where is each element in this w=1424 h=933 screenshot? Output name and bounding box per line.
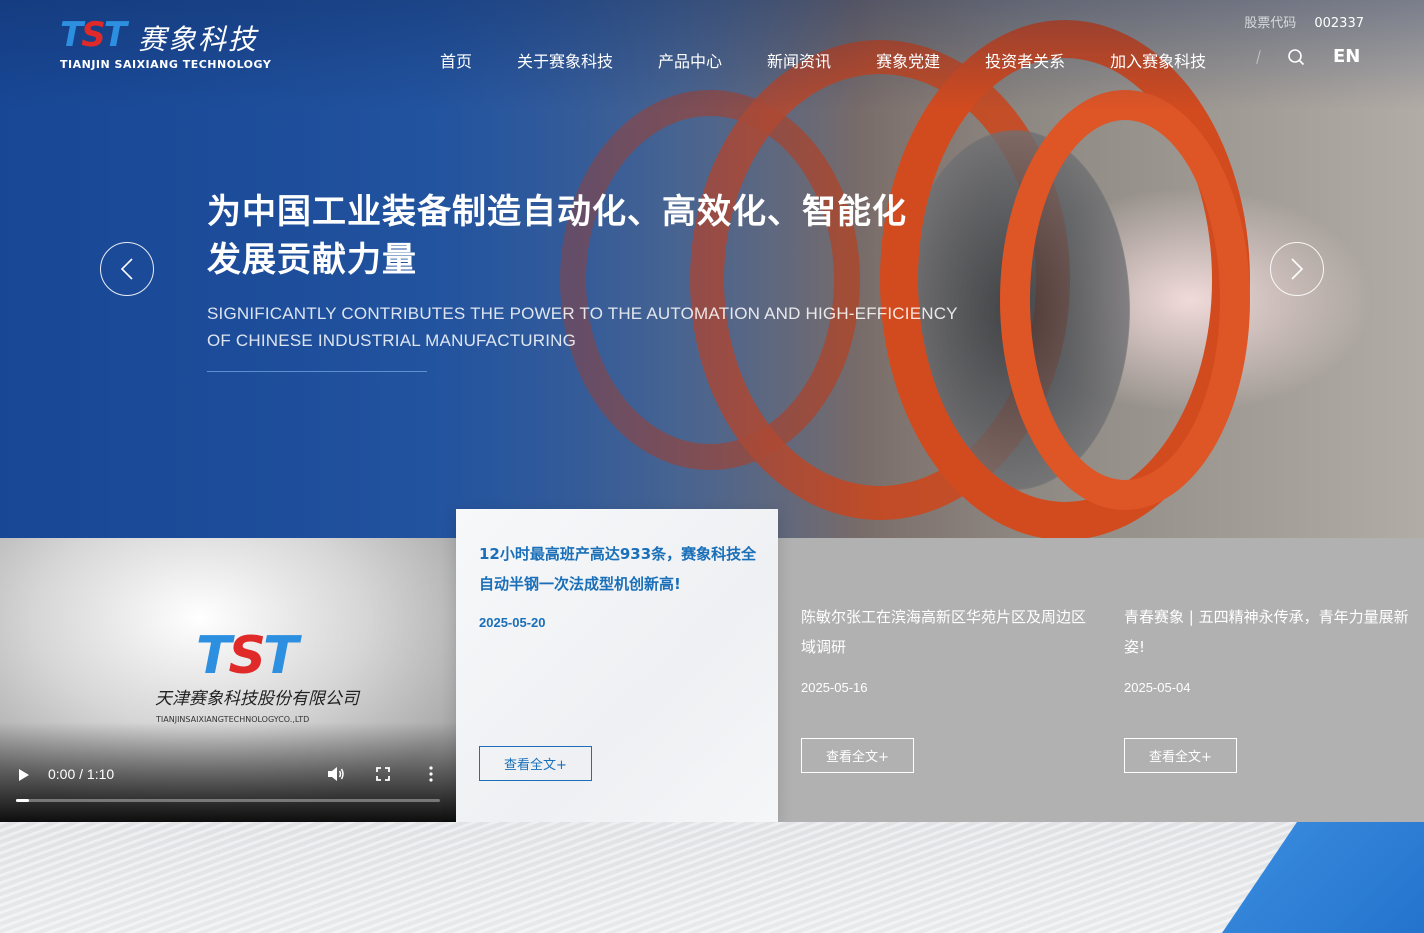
nav-item-investors[interactable]: 投资者关系 <box>985 48 1065 72</box>
hero-subtitle: SIGNIFICANTLY CONTRIBUTES THE POWER TO T… <box>207 300 958 354</box>
logo-mark: TST <box>60 15 127 55</box>
chevron-right-icon <box>1291 258 1304 280</box>
news-title[interactable]: 青春赛象 | 五四精神永传承，青年力量展新姿! <box>1124 602 1414 662</box>
search-icon[interactable] <box>1287 48 1305 66</box>
read-more-button[interactable]: 查看全文+ <box>801 738 914 773</box>
more-options-icon[interactable] <box>428 766 434 782</box>
hero-headline-line2: 发展贡献力量 <box>207 240 417 280</box>
fullscreen-icon[interactable] <box>376 767 390 781</box>
nav-item-about[interactable]: 关于赛象科技 <box>517 48 613 72</box>
volume-icon[interactable] <box>327 766 345 782</box>
carousel-next-button[interactable] <box>1270 242 1324 296</box>
nav-item-products[interactable]: 产品中心 <box>658 48 722 72</box>
nav-divider <box>1256 49 1261 64</box>
hero-subtitle-line2: OF CHINESE INDUSTRIAL MANUFACTURING <box>207 331 577 350</box>
play-icon[interactable] <box>18 768 30 782</box>
nav-item-careers[interactable]: 加入赛象科技 <box>1110 48 1206 72</box>
main-nav: 首页 关于赛象科技 产品中心 新闻资讯 赛象党建 投资者关系 加入赛象科技 <box>440 48 1251 72</box>
nav-tools: EN <box>1256 46 1360 67</box>
site-header: TST 赛象科技 TIANJIN SAIXIANG TECHNOLOGY 股票代… <box>0 0 1424 110</box>
news-date: 2025-05-04 <box>1124 680 1191 695</box>
featured-news-card[interactable]: 12小时最高班产高达933条，赛象科技全自动半钢一次法成型机创新高! 2025-… <box>456 509 778 822</box>
video-time: 0:00 / 1:10 <box>48 766 115 782</box>
news-title[interactable]: 陈敏尔张工在滨海高新区华苑片区及周边区域调研 <box>801 602 1091 662</box>
hero-subtitle-line1: SIGNIFICANTLY CONTRIBUTES THE POWER TO T… <box>207 304 958 323</box>
nav-item-party[interactable]: 赛象党建 <box>876 48 940 72</box>
carousel-prev-button[interactable] <box>100 242 154 296</box>
stock-code: 股票代码 002337 <box>1244 12 1364 31</box>
chevron-left-icon <box>120 258 133 280</box>
video-logo-mark: TST <box>196 626 298 686</box>
nav-item-news[interactable]: 新闻资讯 <box>767 48 831 72</box>
video-player[interactable]: TST 天津赛象科技股份有限公司 TIANJINSAIXIANGTECHNOLO… <box>0 538 456 822</box>
video-progress-bar[interactable] <box>16 799 440 802</box>
stock-value: 002337 <box>1314 16 1364 31</box>
hero-slogan: 为中国工业装备制造自动化、高效化、智能化 发展贡献力量 SIGNIFICANTL… <box>207 188 958 372</box>
news-title[interactable]: 12小时最高班产高达933条，赛象科技全自动半钢一次法成型机创新高! <box>479 539 759 599</box>
read-more-button[interactable]: 查看全文+ <box>1124 738 1237 773</box>
video-controls: 0:00 / 1:10 <box>0 760 456 790</box>
nav-item-home[interactable]: 首页 <box>440 48 472 72</box>
background-texture <box>0 822 1424 933</box>
news-strip: TST 天津赛象科技股份有限公司 TIANJINSAIXIANGTECHNOLO… <box>0 509 1424 822</box>
next-section-background <box>0 822 1424 933</box>
stock-label: 股票代码 <box>1244 16 1297 31</box>
news-date: 2025-05-16 <box>801 680 868 695</box>
logo-name-en: TIANJIN SAIXIANG TECHNOLOGY <box>60 58 272 71</box>
video-progress-fill <box>16 799 29 802</box>
hero-headline: 为中国工业装备制造自动化、高效化、智能化 发展贡献力量 <box>207 188 958 284</box>
site-logo[interactable]: TST 赛象科技 TIANJIN SAIXIANG TECHNOLOGY <box>60 15 271 74</box>
hero-banner: TST 赛象科技 TIANJIN SAIXIANG TECHNOLOGY 股票代… <box>0 0 1424 538</box>
hero-rule <box>207 371 427 372</box>
video-company-cn: 天津赛象科技股份有限公司 <box>155 689 359 709</box>
language-switch[interactable]: EN <box>1333 46 1360 67</box>
logo-name-cn: 赛象科技 <box>138 23 259 56</box>
hero-headline-line1: 为中国工业装备制造自动化、高效化、智能化 <box>207 192 907 232</box>
news-date: 2025-05-20 <box>479 615 546 630</box>
read-more-button[interactable]: 查看全文+ <box>479 746 592 781</box>
